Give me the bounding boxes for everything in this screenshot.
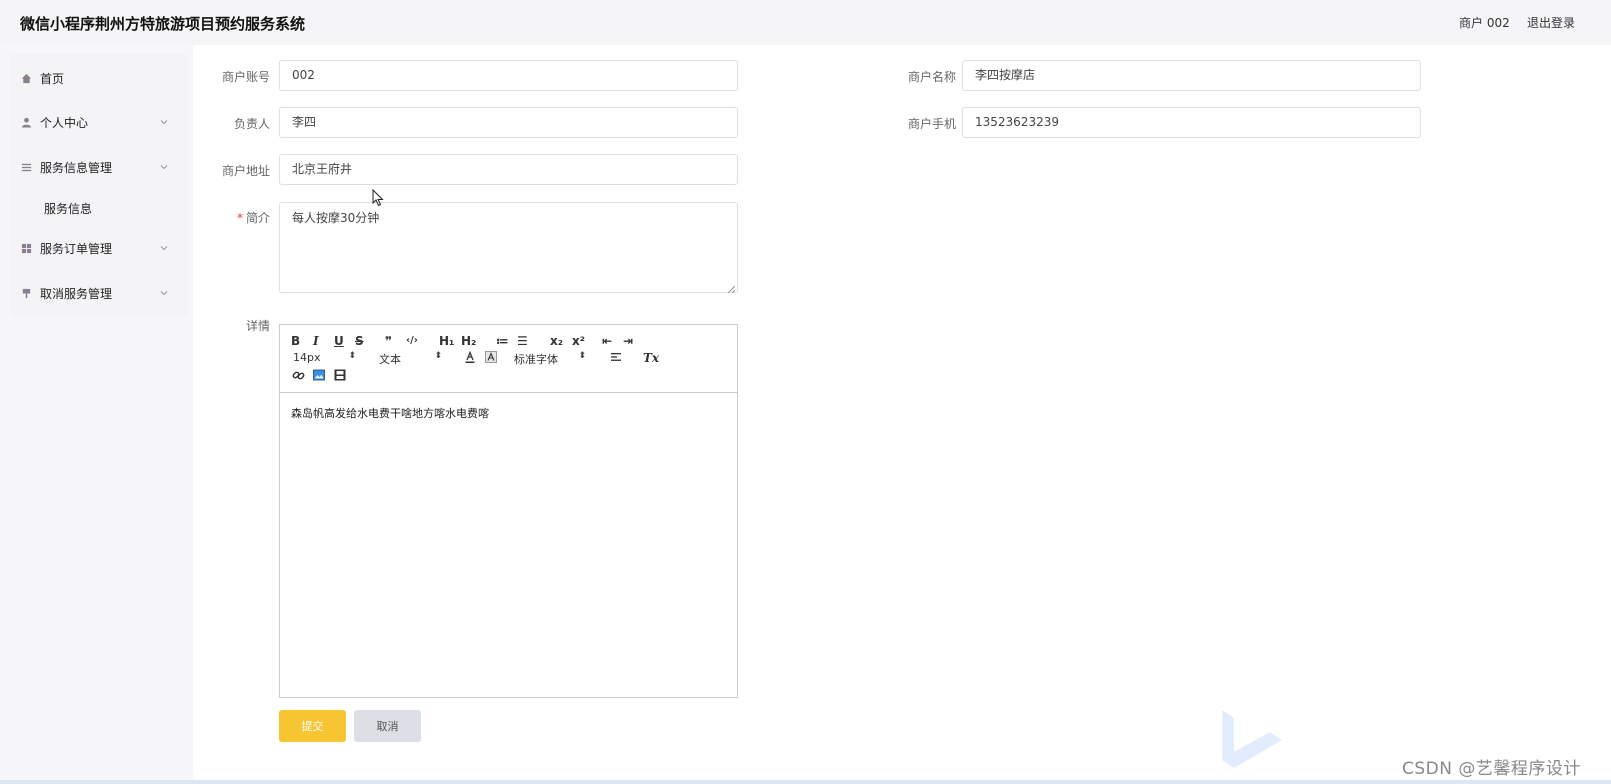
chevron-down-icon: [158, 287, 170, 299]
chevron-down-icon: [158, 116, 170, 128]
underline-button[interactable]: U: [334, 334, 344, 348]
top-bar: 微信小程序荆州方特旅游项目预约服务系统 商户 002 退出登录: [0, 0, 1611, 45]
chevron-down-icon: [158, 161, 170, 173]
superscript-button[interactable]: x²: [572, 334, 585, 348]
watermark-text: CSDN @艺馨程序设计: [1402, 759, 1581, 779]
intro-label-text: 简介: [245, 211, 270, 225]
account-input[interactable]: 002: [279, 60, 738, 91]
chevron-down-icon: [158, 242, 170, 254]
indent-button[interactable]: ⇥: [623, 334, 633, 348]
sidebar-item-label: 服务订单管理: [40, 241, 113, 256]
mouse-cursor-icon: [372, 188, 384, 211]
owner-label: 负责人: [233, 117, 270, 131]
rich-text-editor: B I U S ❞ ‹/› H₁ H₂ ≔ ☰ x₂ x² ⇤ ⇥ 14px ⬍…: [279, 324, 738, 698]
video-icon[interactable]: [334, 369, 346, 384]
font-size-value: 14px: [293, 351, 321, 364]
intro-label: * 简介: [190, 209, 270, 226]
detail-label: 详情: [245, 319, 270, 333]
pin-icon: [20, 287, 32, 299]
bold-button[interactable]: B: [291, 334, 300, 348]
owner-input[interactable]: 李四: [279, 107, 738, 138]
sidebar-menu: [10, 54, 188, 316]
resize-handle-icon[interactable]: [727, 282, 736, 294]
select-arrows-icon: ⬍: [348, 351, 356, 361]
required-mark: *: [236, 211, 243, 225]
italic-button[interactable]: I: [313, 334, 319, 348]
subscript-button[interactable]: x₂: [550, 334, 563, 348]
app-title: 微信小程序荆州方特旅游项目预约服务系统: [20, 15, 306, 33]
select-arrows-icon: ⬍: [578, 351, 586, 361]
select-arrows-icon: ⬍: [434, 351, 442, 361]
blockquote-button[interactable]: ❞: [385, 334, 392, 348]
ordered-list-button[interactable]: ≔: [496, 334, 509, 348]
editor-toolbar: B I U S ❞ ‹/› H₁ H₂ ≔ ☰ x₂ x² ⇤ ⇥ 14px ⬍…: [280, 325, 737, 393]
submit-button[interactable]: 提交: [279, 710, 346, 742]
sidebar-item-cancel-service-mgmt[interactable]: 取消服务管理: [20, 281, 170, 305]
link-icon[interactable]: [292, 369, 305, 385]
font-size-select[interactable]: 14px ⬍: [293, 351, 356, 364]
bullet-list-button[interactable]: ☰: [517, 334, 528, 348]
sidebar-item-label: 个人中心: [40, 115, 89, 130]
account-label: 商户账号: [221, 70, 270, 84]
address-label: 商户地址: [221, 164, 270, 178]
sidebar-item-service-info-mgmt[interactable]: 服务信息管理: [20, 155, 170, 179]
header-select-value: 文本: [379, 353, 401, 366]
merchant-name-label: 商户名称: [907, 70, 956, 84]
clean-format-button[interactable]: Tx: [643, 351, 659, 365]
editor-content[interactable]: 森岛帆高发给水电费干啥地方喀水电费喀: [291, 405, 489, 421]
cancel-button[interactable]: 取消: [354, 710, 421, 742]
watermark-logo-icon: [1218, 710, 1288, 784]
intro-text: 每人按摩30分钟: [292, 211, 380, 225]
code-block-button[interactable]: ‹/›: [406, 334, 418, 348]
font-family-value: 标准字体: [514, 353, 558, 366]
sidebar-item-label: 服务信息管理: [40, 160, 113, 175]
text-color-icon[interactable]: [464, 350, 476, 367]
logout-link[interactable]: 退出登录: [1527, 14, 1575, 31]
sidebar-subitem-service-info[interactable]: 服务信息: [44, 200, 92, 217]
header-2-button[interactable]: H₂: [461, 334, 476, 348]
sidebar-item-label: 取消服务管理: [40, 286, 113, 301]
merchant-name-input[interactable]: 李四按摩店: [962, 60, 1421, 91]
home-icon: [20, 72, 32, 84]
outdent-button[interactable]: ⇤: [602, 334, 612, 348]
sidebar-item-service-order-mgmt[interactable]: 服务订单管理: [20, 236, 170, 260]
sidebar-item-home[interactable]: 首页: [20, 66, 170, 90]
strike-button[interactable]: S: [355, 334, 364, 348]
grid-icon: [20, 242, 32, 254]
header-1-button[interactable]: H₁: [439, 334, 454, 348]
address-input[interactable]: 北京王府井: [279, 154, 738, 185]
merchant-phone-label: 商户手机: [907, 117, 956, 131]
sidebar-item-label: 首页: [40, 71, 65, 86]
align-icon[interactable]: [610, 351, 622, 366]
header-select[interactable]: 文本 ⬍: [379, 351, 442, 367]
user-icon: [20, 116, 32, 128]
bottom-border: [0, 780, 1611, 784]
background-color-icon[interactable]: [485, 351, 497, 366]
current-user: 商户 002: [1459, 16, 1510, 30]
intro-textarea[interactable]: 每人按摩30分钟: [279, 202, 738, 294]
font-family-select[interactable]: 标准字体 ⬍: [514, 351, 586, 367]
image-icon[interactable]: [313, 369, 325, 384]
sidebar-item-personal-center[interactable]: 个人中心: [20, 110, 170, 134]
list-icon: [20, 161, 32, 173]
merchant-phone-input[interactable]: 13523623239: [962, 107, 1421, 138]
